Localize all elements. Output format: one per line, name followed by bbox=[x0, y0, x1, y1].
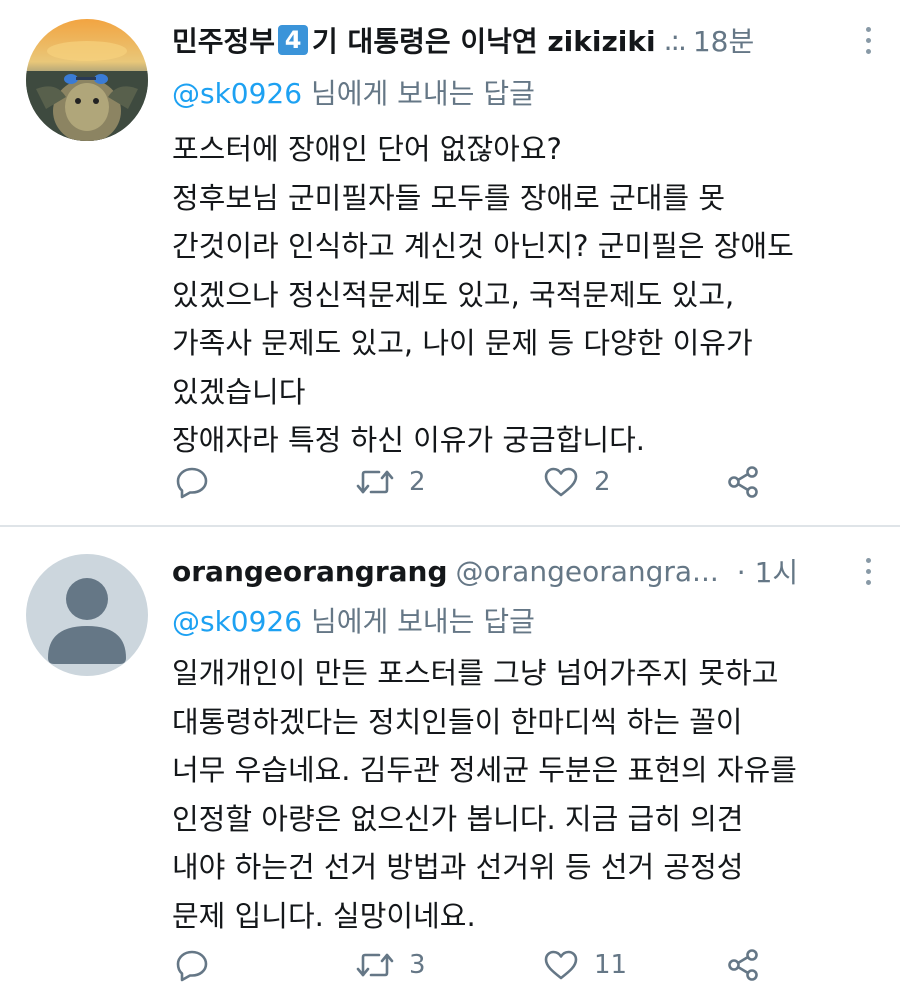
share-button[interactable] bbox=[725, 945, 761, 985]
timestamp[interactable]: 18분 bbox=[693, 20, 754, 60]
reply-context-label: 님에게 보내는 답글 bbox=[302, 77, 535, 110]
body-line: 내야 하는건 선거 방법과 선거위 등 선거 공정성 bbox=[172, 850, 744, 884]
author-name[interactable]: 민주정부 4 기 대통령은 이낙연 zikiziki bbox=[172, 20, 656, 60]
tweet-body: 포스터에 장애인 단어 없잖아요? 정후보님 군미필자들 모두를 장애로 군대를… bbox=[172, 125, 892, 465]
reply-button[interactable] bbox=[174, 945, 210, 985]
retweet-icon bbox=[356, 470, 394, 494]
body-line: 있겠습니다 bbox=[172, 374, 306, 409]
timestamp[interactable]: · 1시 bbox=[737, 551, 798, 591]
tweet-body: 일개개인이 만든 포스터를 그냥 넘어가주지 못하고 대통령하겠다는 정치인들이… bbox=[172, 649, 892, 940]
retweet-count: 3 bbox=[409, 950, 426, 980]
author-handle[interactable]: @orangeorangra... bbox=[456, 555, 719, 588]
body-line: 포스터에 장애인 단어 없잖아요? bbox=[172, 132, 562, 166]
like-icon bbox=[544, 467, 578, 497]
body-line: 장애자라 특정 하신 이유가 궁금합니다. bbox=[172, 423, 645, 457]
avatar[interactable] bbox=[26, 554, 148, 676]
share-button[interactable] bbox=[725, 462, 761, 502]
body-line: 너무 우습네요. 김두관 정세균 두분은 표현의 자유를 bbox=[172, 753, 797, 787]
more-icon[interactable] bbox=[866, 27, 872, 60]
retweet-button[interactable]: 2 bbox=[355, 462, 426, 502]
like-count: 2 bbox=[594, 467, 611, 497]
body-line: 대통령하겠다는 정치인들이 한마디씩 하는 꼴이 bbox=[172, 704, 743, 739]
author-name[interactable]: orangeorangrang bbox=[172, 555, 448, 588]
reply-mention[interactable]: @sk0926 bbox=[172, 605, 302, 638]
avatar[interactable] bbox=[26, 19, 148, 141]
action-bar: 3 11 bbox=[172, 945, 772, 985]
action-bar: 2 2 bbox=[172, 462, 772, 502]
share-icon bbox=[728, 466, 758, 498]
tweet-1[interactable]: 민주정부 4 기 대통령은 이낙연 zikiziki .:. 18분 @sk09… bbox=[0, 0, 900, 525]
like-count: 11 bbox=[594, 950, 628, 980]
default-avatar-icon bbox=[26, 554, 148, 676]
body-line: 일개개인이 만든 포스터를 그냥 넘어가주지 못하고 bbox=[172, 656, 779, 690]
tweet-header: 민주정부 4 기 대통령은 이낙연 zikiziki .:. 18분 bbox=[172, 18, 900, 62]
like-button[interactable]: 11 bbox=[542, 945, 627, 985]
retweet-count: 2 bbox=[409, 467, 426, 497]
reply-context: @sk0926 님에게 보내는 답글 bbox=[172, 600, 535, 640]
body-line: 있겠으나 정신적문제도 있고, 국적문제도 있고, bbox=[172, 277, 735, 312]
reply-context-label: 님에게 보내는 답글 bbox=[302, 605, 535, 638]
body-line: 인정할 아량은 없으신가 봅니다. 지금 급히 의견 bbox=[172, 801, 744, 836]
retweet-icon bbox=[356, 953, 394, 977]
like-button[interactable]: 2 bbox=[542, 462, 611, 502]
reply-icon bbox=[176, 950, 208, 982]
body-line: 간것이라 인식하고 계신것 아닌지? 군미필은 장애도 bbox=[172, 229, 794, 263]
like-icon bbox=[544, 950, 578, 980]
author-name-part2: 기 대통령은 이낙연 zikiziki bbox=[312, 25, 656, 58]
reply-mention[interactable]: @sk0926 bbox=[172, 77, 302, 110]
reply-context: @sk0926 님에게 보내는 답글 bbox=[172, 72, 535, 112]
body-line: 문제 입니다. 실망이네요. bbox=[172, 898, 476, 933]
avatar-turtle-image bbox=[26, 19, 148, 141]
tweet-2[interactable]: orangeorangrang @orangeorangra... · 1시 @… bbox=[0, 527, 900, 1008]
tweet-header: orangeorangrang @orangeorangra... · 1시 bbox=[172, 549, 900, 593]
retweet-button[interactable]: 3 bbox=[355, 945, 426, 985]
reply-icon bbox=[176, 467, 208, 499]
share-icon bbox=[728, 949, 758, 981]
reply-button[interactable] bbox=[174, 462, 210, 502]
body-line: 가족사 문제도 있고, 나이 문제 등 다양한 이유가 bbox=[172, 326, 753, 360]
author-name-badge: 4 bbox=[278, 25, 309, 55]
truncation-indicator: .:. bbox=[663, 23, 687, 57]
more-icon[interactable] bbox=[866, 558, 872, 591]
author-name-part1: 민주정부 bbox=[172, 25, 276, 58]
body-line: 정후보님 군미필자들 모두를 장애로 군대를 못 bbox=[172, 180, 726, 215]
